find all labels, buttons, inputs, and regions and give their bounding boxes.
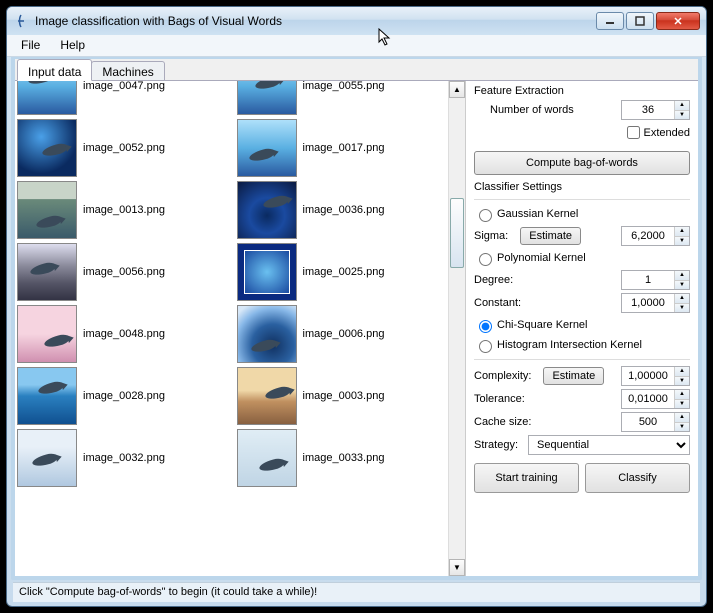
spin-down-icon[interactable]: ▼ [675,111,689,120]
scroll-up-button[interactable]: ▲ [449,81,465,98]
histogram-label: Histogram Intersection Kernel [497,339,642,351]
scroll-thumb[interactable] [450,198,464,268]
complexity-input[interactable]: ▲▼ [621,366,690,386]
num-words-input[interactable]: ▲▼ [621,100,690,120]
num-words-label: Number of words [490,104,615,116]
thumbnail-image [17,119,77,177]
polynomial-radio[interactable] [479,253,492,266]
list-item[interactable]: image_0025.png [237,241,449,303]
extended-checkbox[interactable] [627,126,640,139]
spin-up-icon[interactable]: ▲ [675,101,689,111]
thumbnail-label: image_0028.png [83,390,165,402]
thumbnail-label: image_0055.png [303,81,385,92]
menu-help[interactable]: Help [50,35,95,56]
window-title: Image classification with Bags of Visual… [35,14,596,28]
thumbnail-label: image_0033.png [303,452,385,464]
thumbnail-label: image_0052.png [83,142,165,154]
classify-button[interactable]: Classify [585,463,690,493]
chisquare-radio[interactable] [479,320,492,333]
thumbnail-label: image_0032.png [83,452,165,464]
histogram-radio[interactable] [479,340,492,353]
strategy-label: Strategy: [474,439,518,451]
thumbnail-image [237,429,297,487]
maximize-button[interactable] [626,12,654,30]
list-item[interactable]: image_0055.png [237,81,449,117]
polynomial-label: Polynomial Kernel [497,252,586,264]
thumbnail-label: image_0013.png [83,204,165,216]
list-item[interactable]: image_0056.png [17,241,229,303]
degree-input[interactable]: ▲▼ [621,270,690,290]
chisquare-label: Chi-Square Kernel [497,319,588,331]
strategy-select[interactable]: Sequential [528,435,690,455]
list-item[interactable]: image_0003.png [237,365,449,427]
menubar: File Help [7,35,706,57]
thumbnail-image [17,181,77,239]
start-training-button[interactable]: Start training [474,463,579,493]
thumbnail-image [237,243,297,301]
thumbnail-label: image_0056.png [83,266,165,278]
list-item[interactable]: image_0048.png [17,303,229,365]
list-item[interactable]: image_0006.png [237,303,449,365]
scroll-down-button[interactable]: ▼ [449,559,465,576]
compute-button[interactable]: Compute bag-of-words [474,151,690,175]
thumbnail-label: image_0048.png [83,328,165,340]
list-item[interactable]: image_0033.png [237,427,449,489]
degree-label: Degree: [474,274,615,286]
tabs: Input data Machines [15,59,698,81]
constant-input[interactable]: ▲▼ [621,293,690,313]
list-item[interactable]: image_0047.png [17,81,229,117]
gaussian-label: Gaussian Kernel [497,208,578,220]
tab-input-data[interactable]: Input data [17,59,92,81]
list-item[interactable]: image_0052.png [17,117,229,179]
cache-input[interactable]: ▲▼ [621,412,690,432]
thumbnail-label: image_0017.png [303,142,385,154]
estimate-sigma-button[interactable]: Estimate [520,227,581,245]
list-item[interactable]: image_0032.png [17,427,229,489]
list-item[interactable]: image_0017.png [237,117,449,179]
tab-machines[interactable]: Machines [91,61,164,80]
complexity-label: Complexity: [474,370,531,382]
thumbnail-label: image_0025.png [303,266,385,278]
thumbnail-image [17,305,77,363]
sigma-label: Sigma: [474,230,508,242]
status-bar: Click "Compute bag-of-words" to begin (i… [13,582,700,602]
feature-extraction-group: Feature Extraction [474,85,690,97]
constant-label: Constant: [474,297,615,309]
cache-label: Cache size: [474,416,615,428]
titlebar[interactable]: Image classification with Bags of Visual… [7,7,706,35]
thumbnail-image [237,181,297,239]
minimize-button[interactable] [596,12,624,30]
thumbnail-image [237,81,297,115]
list-item[interactable]: image_0036.png [237,179,449,241]
thumbnail-image [237,305,297,363]
estimate-complexity-button[interactable]: Estimate [543,367,604,385]
thumbnail-image [17,367,77,425]
thumbnail-label: image_0047.png [83,81,165,92]
scrollbar[interactable]: ▲ ▼ [448,81,465,576]
thumbnail-image [237,119,297,177]
thumbnail-label: image_0003.png [303,390,385,402]
thumbnail-image [17,429,77,487]
thumbnail-image [17,243,77,301]
thumbnail-label: image_0006.png [303,328,385,340]
gaussian-radio[interactable] [479,209,492,222]
list-item[interactable]: image_0013.png [17,179,229,241]
thumbnail-list[interactable]: image_0047.png image_0055.png image_0052.p… [15,81,448,576]
sigma-input[interactable]: ▲▼ [621,226,690,246]
tolerance-label: Tolerance: [474,393,615,405]
close-button[interactable] [656,12,700,30]
menu-file[interactable]: File [11,35,50,56]
extended-label: Extended [644,127,690,139]
thumbnail-image [17,81,77,115]
thumbnail-image [237,367,297,425]
classifier-settings-group: Classifier Settings [474,181,690,193]
thumbnail-label: image_0036.png [303,204,385,216]
app-icon [13,13,29,29]
tolerance-input[interactable]: ▲▼ [621,389,690,409]
list-item[interactable]: image_0028.png [17,365,229,427]
